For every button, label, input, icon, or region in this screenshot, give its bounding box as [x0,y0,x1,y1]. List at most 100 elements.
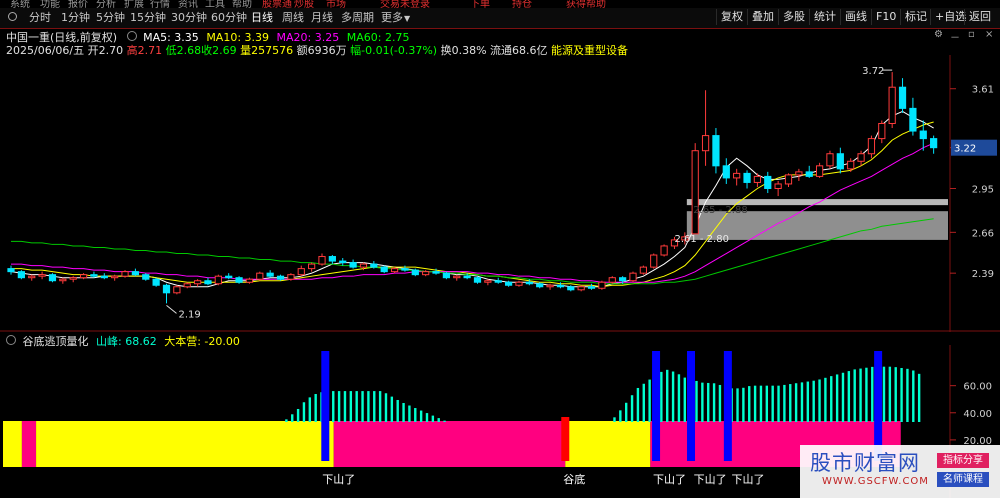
indicator-bar [912,370,915,422]
indicator-bar [871,366,874,422]
indicator-bar [806,381,810,422]
candle [722,158,730,184]
indicator-bar [812,380,815,422]
candle-body [380,266,388,273]
indicator-tick-label: 40.00 [963,409,992,420]
multi-stock-button[interactable]: 多股 [778,9,809,25]
candle-body [515,281,523,286]
candle-body [276,275,285,280]
period-tab-daily[interactable]: 日线 [251,10,273,25]
candle-body [546,284,554,288]
candle-body [712,135,720,167]
price-chart[interactable]: 2.39 2.66 2.95 3.22 3.61 3.72 2.19 2.65 - 2.88 2… [0,55,1000,332]
draw-line-button[interactable]: 画线 [840,9,871,25]
candle-body [805,171,813,177]
indicator-bar [619,410,622,422]
candle-body [473,277,482,283]
candle [28,274,36,281]
indicator-bar [408,405,411,422]
ma-settings-icon[interactable] [126,31,137,41]
indicator-bar [373,391,376,422]
signal-marker-blue [723,351,732,461]
candle [235,276,243,284]
candle-body [494,280,502,283]
signal-label: 下山了 [731,473,764,486]
candle [79,273,88,280]
settings-panel-icon[interactable]: ▫ [968,29,975,40]
indicator-bar [701,382,704,422]
indicator-bar [302,402,306,422]
indicator-bar [443,420,446,422]
period-tab-monthly[interactable]: 月线 [311,10,333,25]
low-annotation-arrow [166,305,177,314]
period-tab-60min[interactable]: 60分钟 [211,10,247,25]
candle-body [753,175,762,183]
candle-body [722,165,730,179]
period-tab-5min[interactable]: 5分钟 [96,10,125,25]
more-dropdown-icon[interactable]: ▼ [404,11,410,26]
candle-body [691,150,699,235]
period-tab-multi[interactable]: 多周期 [341,10,374,25]
candle [339,258,347,266]
candle [442,271,451,280]
period-tab-1min[interactable]: 1分钟 [61,10,90,25]
back-button[interactable]: 返回 [964,9,995,25]
signal-marker-blue [321,351,330,461]
indicator-bar [285,419,288,422]
signal-label: 谷底 [563,472,585,486]
candle-body [142,274,150,280]
candle-body [629,272,637,282]
candle [577,285,585,292]
overlay-button[interactable]: 叠加 [747,9,778,25]
close-icon[interactable]: × [985,29,993,40]
candle [650,253,658,269]
indicator-bar [906,368,909,422]
indicator-bar [660,371,663,422]
candle-body [245,278,254,283]
candle-body [152,278,160,286]
indicator-bar [337,391,341,422]
candle-body [328,256,336,262]
candle-body [359,263,368,268]
period-tab-fenshi[interactable]: 分时 [29,10,51,25]
statistics-button[interactable]: 统计 [809,9,840,25]
candle-body [463,275,471,279]
period-tab-more[interactable]: 更多 [381,10,403,25]
indicator-bar [894,367,897,422]
mark-button[interactable]: 标记 [900,9,931,25]
gear-icon[interactable]: ⚙ [934,29,943,40]
candle [204,277,212,286]
fuquan-button[interactable]: 复权 [716,9,747,25]
period-toolbar: 分时 1分钟 5分钟 15分钟 30分钟 60分钟 日线 周线 月线 多周期 更… [0,8,1000,29]
indicator-bar [707,382,710,422]
indicator-settings-icon[interactable] [6,335,16,345]
toolbar-toggle-icon[interactable] [8,12,17,21]
indicator-bar [636,387,640,422]
period-tab-30min[interactable]: 30分钟 [171,10,207,25]
candle-body [214,275,222,285]
candle-body [287,274,295,280]
candle-body [256,272,264,280]
signal-marker-blue [687,351,696,461]
indicator-bar [437,418,440,422]
candle [805,165,813,178]
candle-body [225,275,233,279]
signal-zone [565,421,651,467]
candle [370,261,378,269]
indicator-bar [783,384,786,422]
candle [193,279,202,287]
candle-body [567,286,575,291]
indicator-bar [390,396,394,422]
gap-upper-annotation: 2.65 - 2.88 [693,205,748,216]
f10-button[interactable]: F10 [871,9,900,25]
indicator-bar [666,369,669,422]
candle-body [235,277,243,283]
candle [691,143,699,235]
candle-body [878,122,886,140]
indicator-bar [384,393,388,422]
candle-body [453,275,461,279]
period-tab-weekly[interactable]: 周线 [282,10,304,25]
minimize-panel-icon[interactable]: － [950,29,960,44]
period-tab-15min[interactable]: 15分钟 [130,10,166,25]
indicator-bar [800,382,804,422]
